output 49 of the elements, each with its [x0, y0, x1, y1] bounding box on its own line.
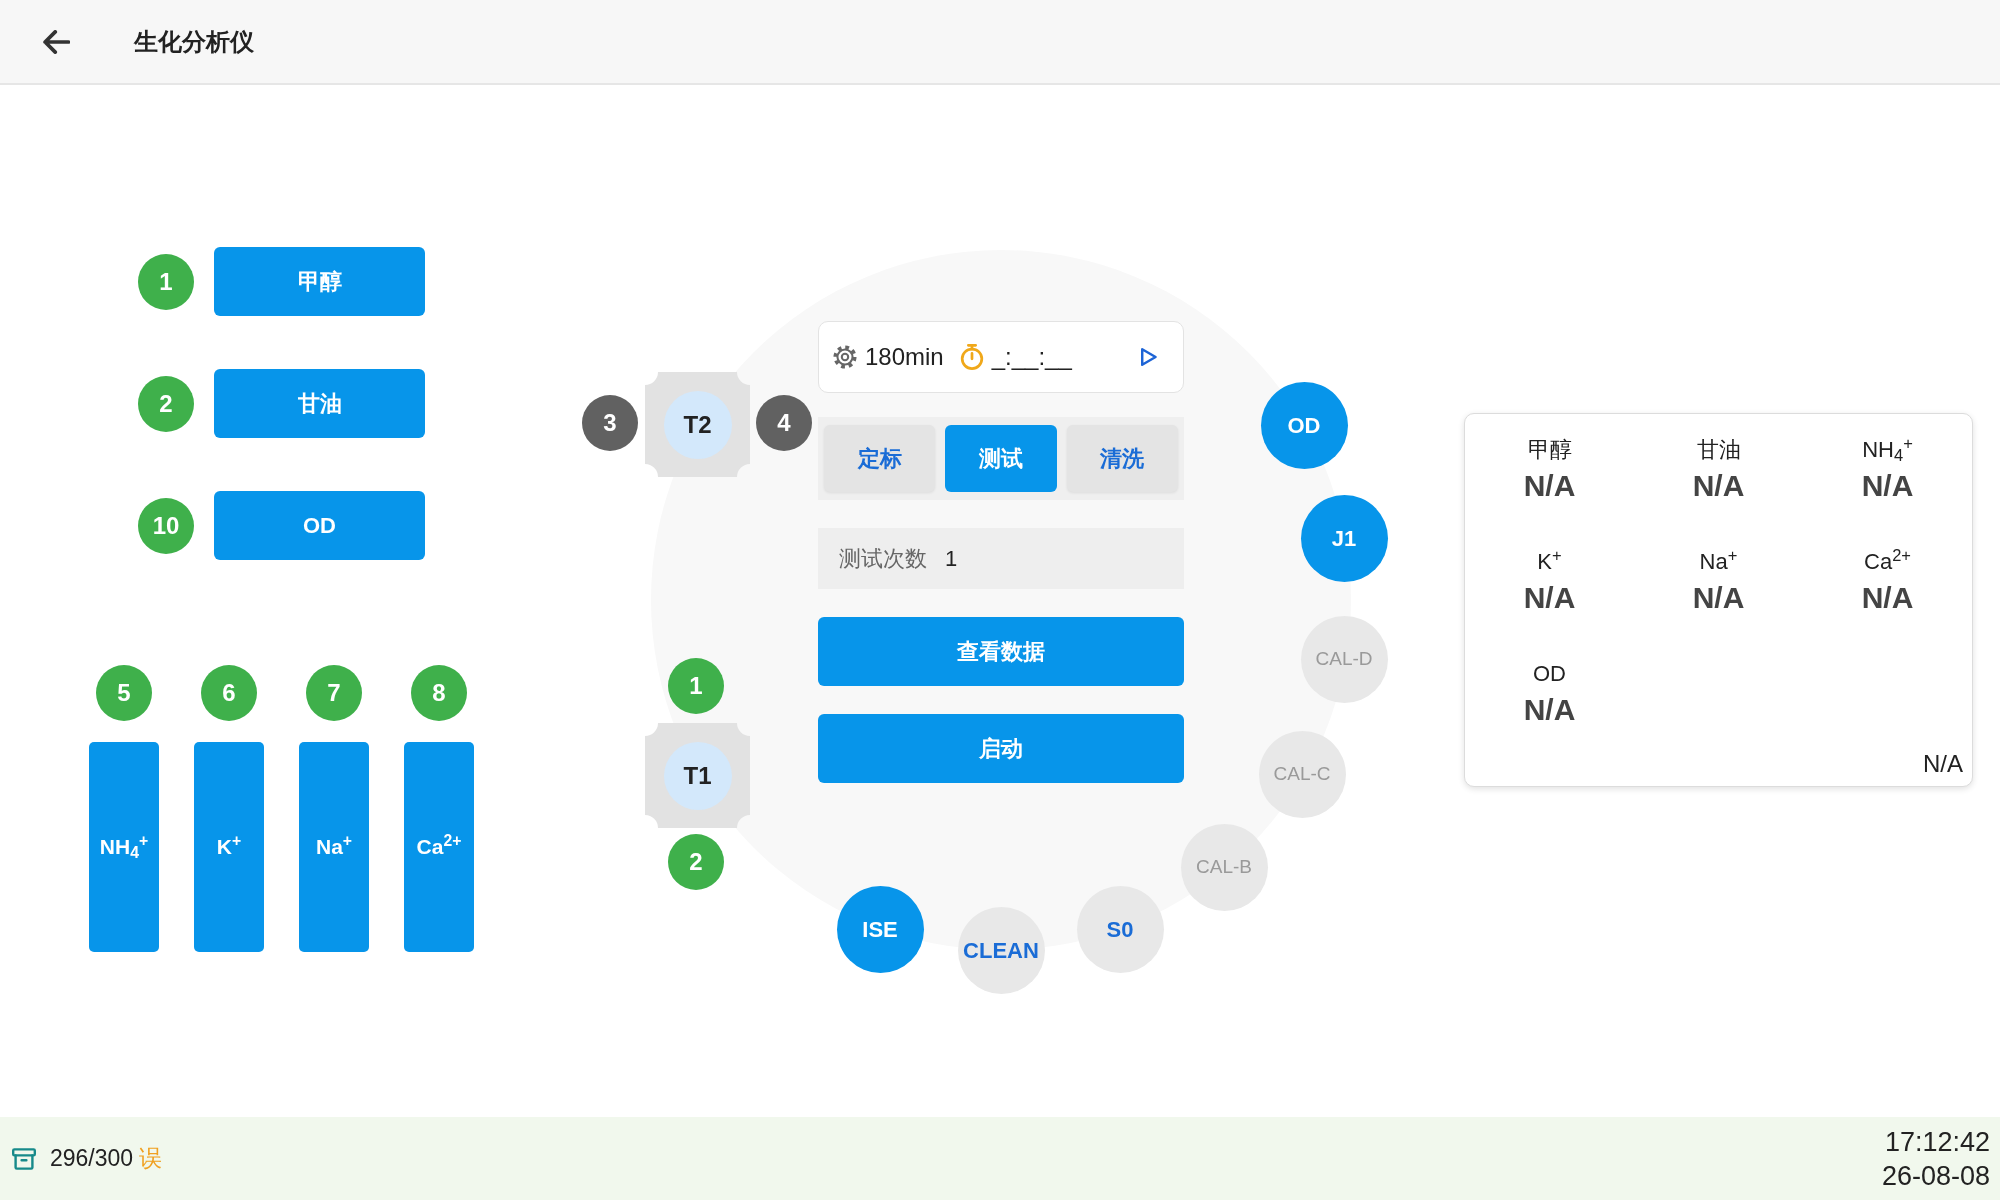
ion-reagent-button[interactable]: K$^{+}$	[194, 742, 264, 952]
reagent-button[interactable]: 甘油	[214, 369, 425, 438]
number-badge: 10	[138, 497, 194, 554]
action-button[interactable]: 启动	[818, 714, 1184, 783]
reagent-button[interactable]: 甲醇	[214, 247, 425, 316]
mode-tab[interactable]: 清洗	[1066, 425, 1178, 492]
result-label: OD	[1532, 660, 1567, 688]
number-badge: 3	[582, 395, 638, 451]
play-icon[interactable]	[1141, 348, 1157, 366]
result-value: N/A	[1691, 580, 1746, 616]
result-label: 甲醇	[1526, 436, 1573, 464]
mode-tab[interactable]: 定标	[824, 425, 936, 492]
reagent-button[interactable]: OD	[214, 491, 425, 560]
countdown-text: _:__:__	[991, 342, 1072, 372]
input-field[interactable]: 1	[945, 542, 1145, 575]
ion-reagent-button[interactable]: Na$^{+}$	[299, 742, 369, 952]
sample-count-text: 296/300	[50, 1144, 134, 1174]
number-badge: 2	[138, 375, 194, 432]
result-value: N/A	[1522, 580, 1577, 616]
back-arrow-icon[interactable]	[42, 29, 70, 54]
result-value: N/A	[1860, 580, 1915, 616]
action-button[interactable]: 查看数据	[818, 617, 1184, 686]
number-badge: 6	[201, 665, 257, 721]
test-count-field[interactable]: 测试次数 1	[818, 528, 1184, 589]
field-label: 测试次数	[839, 545, 927, 573]
result-label: K$^{+}$	[1536, 544, 1563, 576]
error-text: 误	[139, 1144, 163, 1174]
result-value: N/A	[1691, 468, 1746, 504]
page-title: 生化分析仪	[134, 26, 254, 57]
duration-text: 180min	[865, 342, 944, 372]
number-badge: 2	[668, 834, 724, 890]
number-badge: 8	[411, 665, 467, 721]
ion-reagent-button[interactable]: Ca$^{2+}$	[404, 742, 474, 952]
date-text: 26-08-08	[1881, 1159, 1990, 1193]
result-value: N/A	[1522, 468, 1577, 504]
stopwatch-icon	[959, 344, 984, 370]
archive-box-icon	[12, 1146, 36, 1171]
number-badge: 5	[96, 665, 152, 721]
result-label: 甘油	[1695, 436, 1742, 464]
time-text: 17:12:42	[1884, 1125, 1990, 1159]
result-label: Na$^{+}$	[1698, 544, 1739, 576]
result-label: Ca$^{2+}$	[1863, 544, 1912, 576]
result-value: N/A	[1860, 468, 1915, 504]
mode-tab[interactable]: 测试	[945, 425, 1057, 492]
number-badge: 1	[138, 253, 194, 310]
gear-icon	[833, 345, 857, 369]
result-value: N/A	[1522, 692, 1577, 728]
number-badge: 7	[306, 665, 362, 721]
summary-value: N/A	[1922, 749, 1964, 779]
